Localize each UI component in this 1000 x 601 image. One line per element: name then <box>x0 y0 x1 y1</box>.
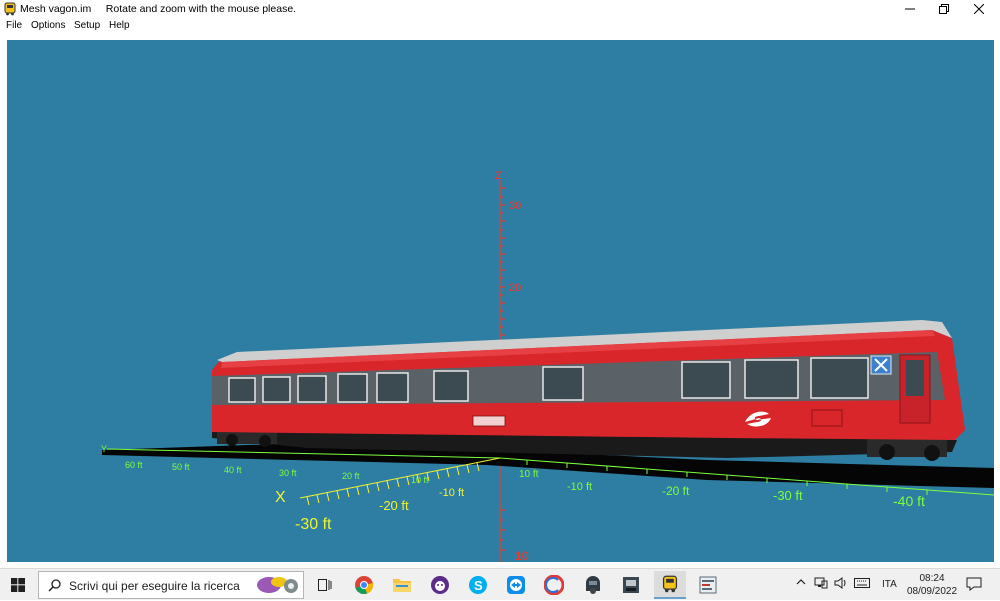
wheel-2 <box>259 435 271 447</box>
notification-center-button[interactable] <box>966 577 982 594</box>
x-tick-10: 10 ft <box>519 469 539 480</box>
editor-icon <box>699 576 717 594</box>
tray-volume[interactable] <box>834 577 848 592</box>
tray-keyboard[interactable] <box>854 577 870 592</box>
tray-language[interactable]: ITA <box>882 579 897 590</box>
minimize-button[interactable] <box>895 0 925 18</box>
z-axis-label: Z <box>495 170 502 182</box>
x-tick-neg30: -30 ft <box>295 516 332 533</box>
chevron-up-icon <box>796 579 806 585</box>
github-icon <box>431 576 449 594</box>
taskbar-mesh-viewer[interactable] <box>654 571 686 599</box>
taskbar-github[interactable] <box>424 571 456 599</box>
y-axis-label: Y <box>101 444 107 454</box>
y-tick-20: 20 ft <box>342 471 360 481</box>
close-icon <box>973 3 985 15</box>
start-button[interactable] <box>0 569 36 601</box>
restore-button[interactable] <box>929 0 959 18</box>
taskbar-file-explorer[interactable] <box>386 571 418 599</box>
tray-network[interactable] <box>814 577 828 592</box>
tray-overflow-button[interactable] <box>796 577 806 590</box>
locomotive-icon <box>623 577 639 593</box>
taskbar-ccleaner[interactable] <box>538 571 570 599</box>
search-icon <box>48 579 61 592</box>
menu-file[interactable]: File <box>6 20 22 31</box>
scene-canvas: Z 30 20 10 Y 60 ft 50 ft 40 ft 30 ft 20 … <box>101 170 994 562</box>
train-app-icon <box>4 2 16 16</box>
window-title: Mesh vagon.im Rotate and zoom with the m… <box>20 3 297 15</box>
wheel-4 <box>924 445 940 461</box>
z-tick-10: 10 <box>515 549 529 562</box>
x-tick-back-neg10: -10 ft <box>567 481 592 493</box>
x-axis-line-front <box>299 457 501 499</box>
wagon-door-window <box>906 360 924 396</box>
teamviewer-icon <box>507 576 525 594</box>
x-tick-back-neg40: -40 ft <box>893 493 925 509</box>
menu-setup[interactable]: Setup <box>74 20 100 31</box>
network-icon <box>814 577 828 589</box>
menu-help[interactable]: Help <box>109 20 130 31</box>
clock-date[interactable]: 08/09/2022 <box>902 586 962 597</box>
notification-icon <box>966 577 982 591</box>
taskbar-search[interactable]: Scrivi qui per eseguire la ricerca <box>38 571 304 599</box>
taskbar: Scrivi qui per eseguire la ricerca S ITA… <box>0 568 1000 600</box>
keyboard-icon <box>854 578 870 588</box>
x-tick-back-neg30: -30 ft <box>773 488 803 503</box>
wheel-3 <box>879 444 895 460</box>
menu-bar: File Options Setup Help <box>0 18 1000 34</box>
taskbar-app-a[interactable] <box>577 571 609 599</box>
3d-viewport[interactable]: Z 30 20 10 Y 60 ft 50 ft 40 ft 30 ft 20 … <box>7 40 994 562</box>
train-app-icon <box>662 575 678 593</box>
folder-icon <box>393 579 411 592</box>
x-tick-neg20: -20 ft <box>379 498 409 513</box>
close-button[interactable] <box>964 0 994 18</box>
speaker-icon <box>834 577 846 589</box>
z-tick-30: 30 <box>509 200 521 212</box>
y-tick-50: 50 ft <box>172 462 190 472</box>
window-message: Rotate and zoom with the mouse please. <box>105 3 297 15</box>
search-highlight-icon <box>257 577 298 593</box>
restore-icon <box>939 4 949 14</box>
wheel-1 <box>226 434 238 446</box>
task-view-icon <box>318 579 332 591</box>
windows-logo-icon <box>11 578 25 592</box>
railway-wagon-model <box>212 320 965 461</box>
x-axis-label: X <box>275 489 286 506</box>
y-tick-60: 60 ft <box>125 460 143 470</box>
minimize-icon <box>905 8 915 10</box>
ccleaner-icon <box>544 575 564 595</box>
svg-text:S: S <box>474 578 483 593</box>
taskbar-teamviewer[interactable] <box>500 571 532 599</box>
y-tick-10: 10 ft <box>411 475 429 485</box>
chrome-icon <box>355 576 374 595</box>
skype-icon: S <box>469 576 487 594</box>
taskbar-app-b[interactable] <box>615 571 647 599</box>
y-tick-30: 30 ft <box>279 468 297 478</box>
clock-time[interactable]: 08:24 <box>912 573 952 584</box>
taskbar-skype[interactable]: S <box>462 571 494 599</box>
z-tick-20: 20 <box>509 282 521 294</box>
x-tick-neg10: -10 ft <box>439 487 464 499</box>
title-bar: Mesh vagon.im Rotate and zoom with the m… <box>0 0 1000 18</box>
taskbar-chrome[interactable] <box>348 571 380 599</box>
y-tick-40: 40 ft <box>224 465 242 475</box>
menu-options[interactable]: Options <box>31 20 65 31</box>
task-view-button[interactable] <box>309 571 341 599</box>
search-input[interactable]: Scrivi qui per eseguire la ricerca <box>69 579 240 593</box>
steam-locomotive-icon <box>586 576 600 594</box>
wagon-plate <box>472 415 506 427</box>
taskbar-editor[interactable] <box>692 571 724 599</box>
x-tick-back-neg20: -20 ft <box>662 484 690 498</box>
